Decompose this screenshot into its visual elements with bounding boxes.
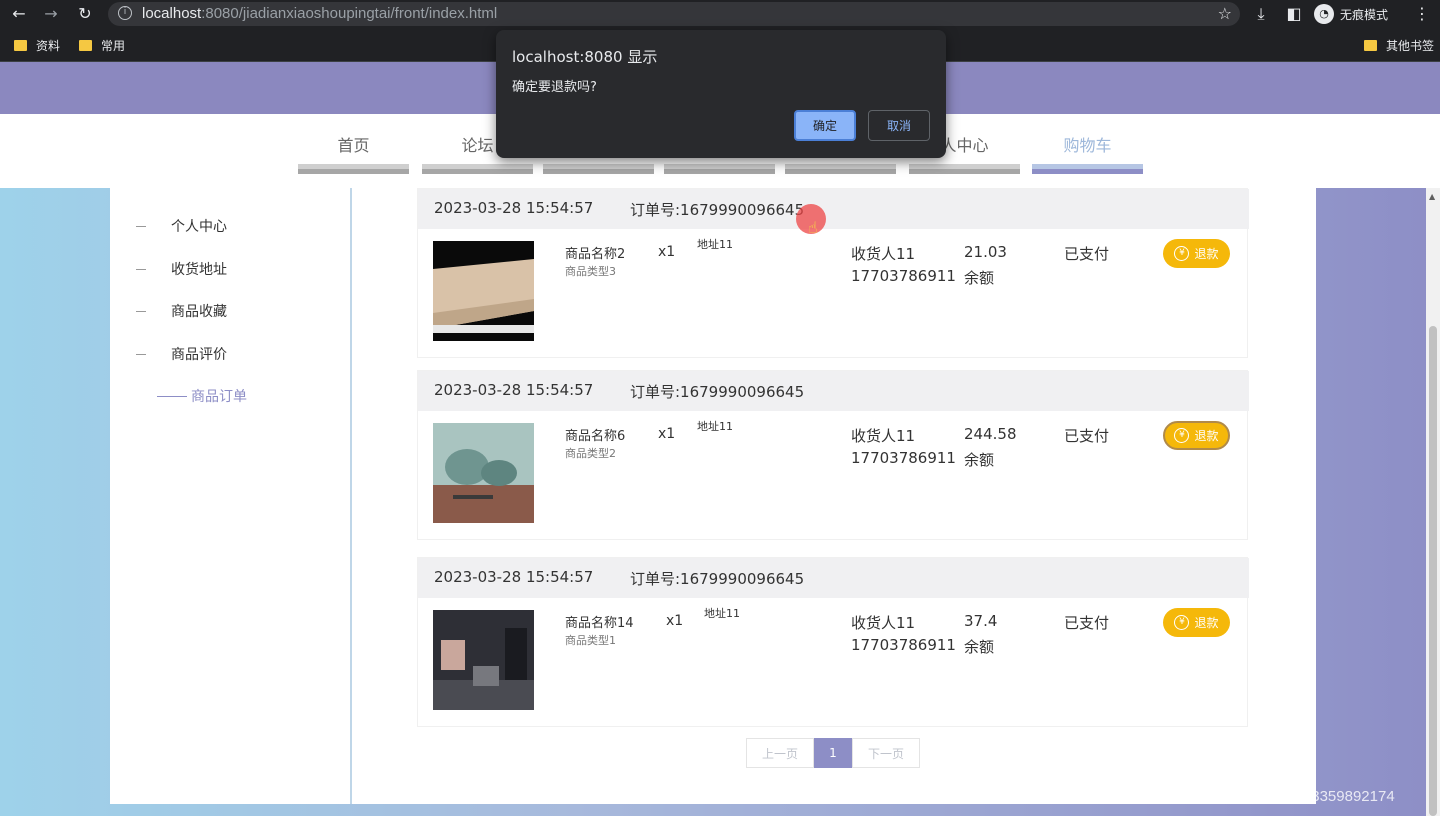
scroll-thumb[interactable]	[1429, 326, 1437, 816]
back-icon[interactable]: ←	[8, 3, 30, 25]
sidebar-divider	[350, 188, 352, 804]
product-name: 商品名称14	[565, 616, 634, 631]
refund-button[interactable]: ¥ 退款	[1163, 608, 1230, 637]
bookmark-folder-1[interactable]: 常用	[79, 37, 125, 54]
next-page-button[interactable]: 下一页	[852, 738, 920, 768]
order-status: 已支付	[1064, 614, 1110, 632]
order-time: 2023-03-28 15:54:57	[434, 568, 594, 586]
incognito-label: 无痕模式	[1340, 7, 1389, 22]
product-name: 商品名称2	[565, 247, 626, 262]
order-header: 2023-03-28 15:54:57 订单号:1679990096645	[418, 371, 1249, 411]
sidebar-item-favorites[interactable]: 商品收藏	[136, 301, 227, 321]
other-bookmarks[interactable]: 其他书签	[1364, 37, 1434, 54]
hand-cursor-icon: ☝	[808, 218, 818, 237]
order-address: 地址11	[697, 420, 733, 433]
product-type: 商品类型2	[565, 447, 616, 460]
order-address: 地址11	[704, 607, 740, 620]
forward-icon[interactable]: →	[40, 3, 62, 25]
order-status: 已支付	[1064, 427, 1110, 445]
receiver-name: 收货人11	[851, 427, 916, 445]
sidebar-item-orders[interactable]: 商品订单	[157, 386, 247, 406]
order-number: 订单号:1679990096645	[630, 383, 805, 401]
dialog-message: 确定要退款吗?	[512, 80, 597, 95]
order-time: 2023-03-28 15:54:57	[434, 381, 594, 399]
receiver-phone: 17703786911	[851, 449, 956, 467]
url-text: localhost:8080/jiadianxiaoshoupingtai/fr…	[142, 5, 498, 22]
receiver-name: 收货人11	[851, 614, 916, 632]
product-image-cookware[interactable]	[433, 423, 534, 523]
product-image-kitchen[interactable]	[433, 610, 534, 710]
receiver-phone: 17703786911	[851, 267, 956, 285]
product-type: 商品类型3	[565, 265, 616, 278]
order-number: 订单号:1679990096645	[630, 570, 805, 588]
bookmark-folder-0[interactable]: 资料	[14, 37, 60, 54]
order-quantity: x1	[658, 244, 676, 260]
receiver-name: 收货人11	[851, 245, 916, 263]
product-type: 商品类型1	[565, 634, 616, 647]
order-price: 37.4	[964, 612, 998, 630]
refund-button[interactable]: ¥ 退款	[1163, 239, 1230, 268]
bookmark-star-icon[interactable]: ☆	[1218, 4, 1232, 23]
yen-icon: ¥	[1174, 246, 1190, 261]
page-background: 首页 论坛 人中心 购物车 个人中心 收货地址 商品收藏 商品评价 商品订单 2…	[0, 62, 1440, 816]
address-bar[interactable]: i localhost:8080/jiadianxiaoshoupingtai/…	[108, 2, 1240, 26]
order-header: 2023-03-28 15:54:57 订单号:1679990096645	[418, 189, 1249, 229]
browser-toolbar: ← → ↻ i localhost:8080/jiadianxiaoshoupi…	[0, 0, 1440, 28]
menu-dots-icon[interactable]: ⋮	[1411, 3, 1433, 25]
folder-icon	[14, 40, 27, 51]
download-icon[interactable]: ⤓	[1250, 3, 1272, 25]
nav-cart[interactable]: 购物车	[1032, 134, 1143, 174]
product-image-air-conditioner[interactable]	[433, 241, 534, 341]
order-address: 地址11	[697, 238, 733, 251]
order-status: 已支付	[1064, 245, 1110, 263]
receiver-phone: 17703786911	[851, 636, 956, 654]
main-panel: 个人中心 收货地址 商品收藏 商品评价 商品订单 2023-03-28 15:5…	[110, 188, 1316, 804]
order-price: 244.58	[964, 425, 1017, 443]
payment-method: 余额	[964, 638, 995, 656]
sidebar-item-reviews[interactable]: 商品评价	[136, 344, 227, 364]
current-page[interactable]: 1	[814, 738, 852, 768]
payment-method: 余额	[964, 269, 995, 287]
order-card: 2023-03-28 15:54:57 订单号:1679990096645 商品…	[417, 370, 1249, 540]
sidebar-item-personal-center[interactable]: 个人中心	[136, 216, 227, 236]
confirm-dialog: localhost:8080 显示 确定要退款吗? 确定 取消	[496, 30, 946, 158]
nav-home[interactable]: 首页	[298, 134, 409, 174]
order-number: 订单号:1679990096645	[630, 201, 805, 219]
payment-method: 余额	[964, 451, 995, 469]
order-card: 2023-03-28 15:54:57 订单号:1679990096645 商品…	[417, 188, 1249, 358]
order-price: 21.03	[964, 243, 1007, 261]
order-time: 2023-03-28 15:54:57	[434, 199, 594, 217]
order-header: 2023-03-28 15:54:57 订单号:1679990096645	[418, 558, 1249, 598]
order-quantity: x1	[666, 613, 684, 629]
folder-icon	[1364, 40, 1377, 51]
page-scrollbar[interactable]: ▲	[1426, 188, 1440, 816]
dialog-ok-button[interactable]: 确定	[794, 110, 856, 141]
yen-icon: ¥	[1174, 615, 1190, 630]
watermark: CSDN @QQ3359892174	[1226, 788, 1395, 805]
yen-icon: ¥	[1174, 428, 1190, 443]
folder-icon	[79, 40, 92, 51]
refund-button[interactable]: ¥ 退款	[1163, 421, 1230, 450]
dialog-cancel-button[interactable]: 取消	[868, 110, 930, 141]
sidebar-item-address[interactable]: 收货地址	[136, 259, 227, 279]
scroll-up-icon[interactable]: ▲	[1429, 192, 1435, 201]
order-card: 2023-03-28 15:54:57 订单号:1679990096645 商品…	[417, 557, 1249, 727]
order-quantity: x1	[658, 426, 676, 442]
incognito-indicator[interactable]: ◔ 无痕模式	[1314, 3, 1388, 25]
sidepanel-icon[interactable]: ◧	[1283, 3, 1305, 25]
dialog-title: localhost:8080 显示	[512, 48, 658, 66]
site-info-icon[interactable]: i	[118, 6, 132, 20]
reload-icon[interactable]: ↻	[74, 3, 96, 25]
incognito-icon: ◔	[1314, 4, 1334, 24]
product-name: 商品名称6	[565, 429, 626, 444]
prev-page-button[interactable]: 上一页	[746, 738, 814, 768]
